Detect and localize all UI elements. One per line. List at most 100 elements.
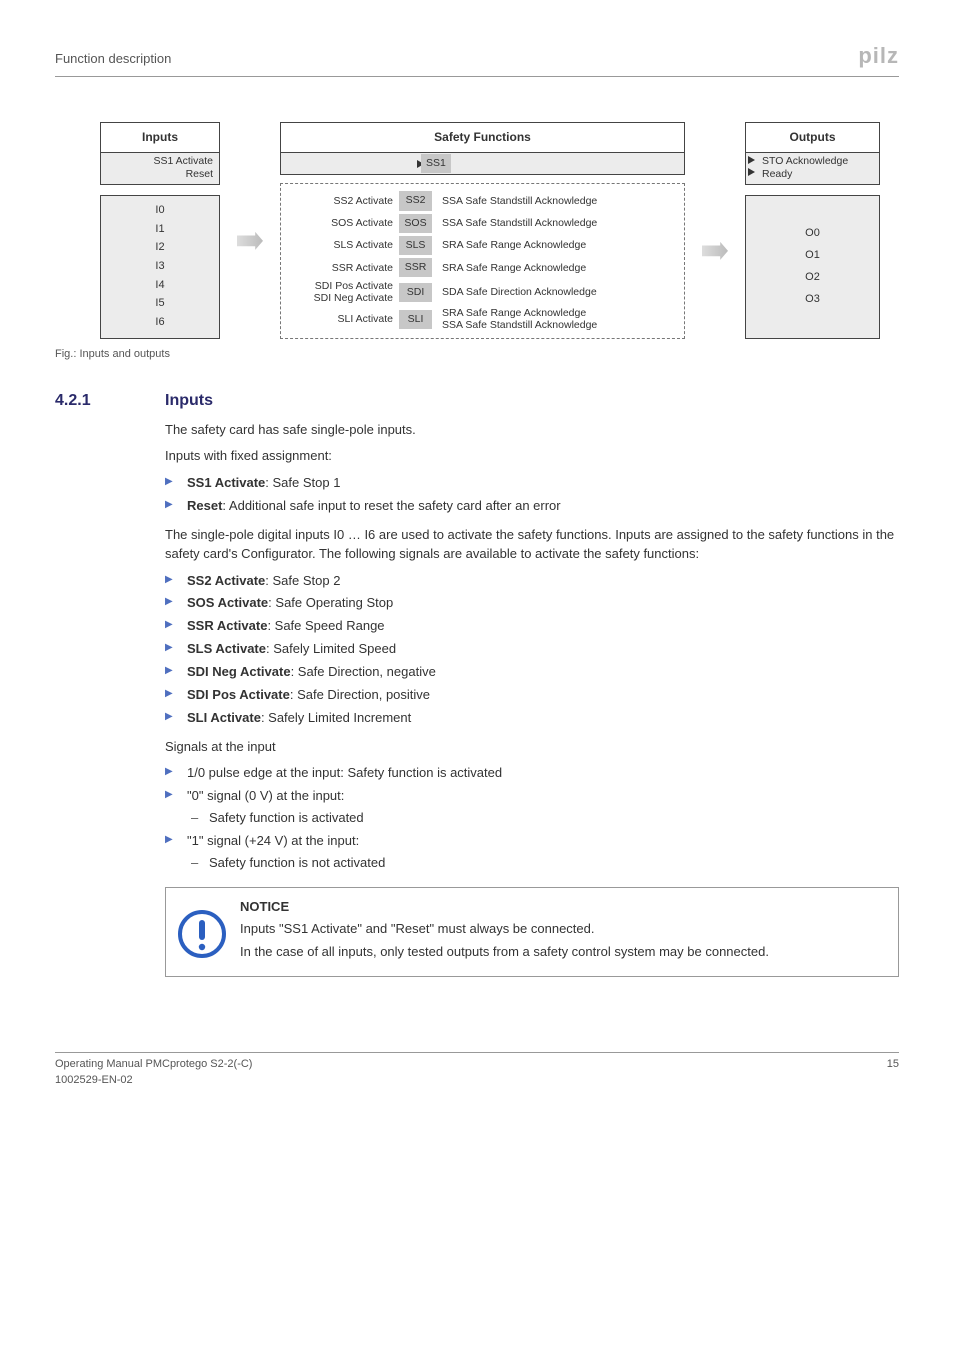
term: SDI Pos Activate xyxy=(187,687,290,702)
sf-ack-5: SRA Safe Range Acknowledge SSA Safe Stan… xyxy=(442,307,680,331)
sub-item: Safety function is not activated xyxy=(187,854,899,873)
notice-exclamation-icon xyxy=(178,910,226,958)
input-fixed-1: Reset xyxy=(107,168,213,181)
input-i5: I5 xyxy=(101,295,219,313)
page-header: Function description pilz xyxy=(55,40,899,77)
sub-list: Safety function is activated xyxy=(187,809,899,828)
safety-functions-box: SS2 Activate SS2 SSA Safe Standstill Ack… xyxy=(280,183,685,339)
sf-row-5: SLI Activate SLI SRA Safe Range Acknowle… xyxy=(285,307,680,331)
notice-body: NOTICE Inputs "SS1 Activate" and "Reset"… xyxy=(240,898,886,967)
fixed-assignment-list: SS1 Activate: Safe Stop 1 Reset: Additio… xyxy=(165,474,899,516)
sf-left-0: SS2 Activate xyxy=(285,195,399,207)
header-title: Function description xyxy=(55,50,171,69)
sf-tag-1: SOS xyxy=(399,214,432,233)
sub-list: Safety function is not activated xyxy=(187,854,899,873)
output-o1: O1 xyxy=(746,248,879,264)
list-item: "1" signal (+24 V) at the input: Safety … xyxy=(165,832,899,873)
sf-row-0: SS2 Activate SS2 SSA Safe Standstill Ack… xyxy=(285,191,680,210)
term: SOS Activate xyxy=(187,595,268,610)
inputs-column: Inputs SS1 Activate Reset I0 I1 I2 I3 I4… xyxy=(100,122,220,340)
term: SDI Neg Activate xyxy=(187,664,291,679)
gradient-arrow-icon xyxy=(702,242,728,260)
term: SLI Activate xyxy=(187,710,261,725)
gradient-arrow-icon xyxy=(237,232,263,250)
input-i4: I4 xyxy=(101,277,219,295)
connector-left xyxy=(240,122,260,340)
term: SS2 Activate xyxy=(187,573,265,588)
list-item: 1/0 pulse edge at the input: Safety func… xyxy=(165,764,899,783)
term: SLS Activate xyxy=(187,641,266,656)
desc: : Safely Limited Speed xyxy=(266,641,396,656)
footer-line-1: Operating Manual PMCprotego S2-2(-C) xyxy=(55,1057,252,1073)
ss1-tag: SS1 xyxy=(421,154,451,173)
list-item: SOS Activate: Safe Operating Stop xyxy=(165,594,899,613)
signal-text: 1/0 pulse edge at the input: Safety func… xyxy=(187,765,502,780)
sf-tag-2: SLS xyxy=(399,236,432,255)
body-content: The safety card has safe single-pole inp… xyxy=(165,421,899,978)
page-footer: Operating Manual PMCprotego S2-2(-C) 100… xyxy=(55,1052,899,1089)
sf-ack-1: SSA Safe Standstill Acknowledge xyxy=(442,217,680,229)
arrow-right-icon xyxy=(748,156,755,164)
sf-row-3: SSR Activate SSR SRA Safe Range Acknowle… xyxy=(285,258,680,277)
sf-left-3: SSR Activate xyxy=(285,262,399,274)
desc: : Additional safe input to reset the saf… xyxy=(222,498,560,513)
outputs-list-box: O0 O1 O2 O3 xyxy=(745,195,880,340)
para-4: Signals at the input xyxy=(165,738,899,757)
footer-left: Operating Manual PMCprotego S2-2(-C) 100… xyxy=(55,1057,252,1089)
list-item: SSR Activate: Safe Speed Range xyxy=(165,617,899,636)
sf-left-2: SLS Activate xyxy=(285,239,399,251)
desc: : Safe Stop 2 xyxy=(265,573,340,588)
list-item: SLS Activate: Safely Limited Speed xyxy=(165,640,899,659)
term: SS1 Activate xyxy=(187,475,265,490)
inputs-list-box: I0 I1 I2 I3 I4 I5 I6 xyxy=(100,195,220,340)
term: Reset xyxy=(187,498,222,513)
activate-list: SS2 Activate: Safe Stop 2 SOS Activate: … xyxy=(165,572,899,728)
inputs-fixed-box: SS1 Activate Reset xyxy=(100,153,220,184)
sf-ack-4: SDA Safe Direction Acknowledge xyxy=(442,286,680,298)
sf-left-5: SLI Activate xyxy=(285,313,399,325)
safety-header: Safety Functions xyxy=(280,122,685,153)
sf-ack-3: SRA Safe Range Acknowledge xyxy=(442,262,680,274)
desc: : Safe Operating Stop xyxy=(268,595,393,610)
outputs-fixed-box: STO Acknowledge Ready xyxy=(745,153,880,184)
para-3: The single-pole digital inputs I0 … I6 a… xyxy=(165,526,899,564)
para-2: Inputs with fixed assignment: xyxy=(165,447,899,466)
sf-ack-0: SSA Safe Standstill Acknowledge xyxy=(442,195,680,207)
sf-row-1: SOS Activate SOS SSA Safe Standstill Ack… xyxy=(285,214,680,233)
footer-line-2: 1002529-EN-02 xyxy=(55,1073,252,1089)
signal-text: "0" signal (0 V) at the input: xyxy=(187,788,344,803)
output-o3: O3 xyxy=(746,292,879,308)
desc: : Safe Stop 1 xyxy=(265,475,340,490)
sf-tag-0: SS2 xyxy=(399,191,432,210)
output-fixed-0: STO Acknowledge xyxy=(752,155,873,168)
outputs-header: Outputs xyxy=(745,122,880,153)
connector-right xyxy=(705,122,725,340)
ss1-row: SS1 xyxy=(280,153,685,175)
list-item: SLI Activate: Safely Limited Increment xyxy=(165,709,899,728)
output-o0: O0 xyxy=(746,226,879,242)
section-heading: 4.2.1 Inputs xyxy=(55,389,899,412)
section-title: Inputs xyxy=(165,389,213,412)
desc: : Safe Speed Range xyxy=(267,618,384,633)
sf-ack-2: SRA Safe Range Acknowledge xyxy=(442,239,680,251)
list-item: SDI Pos Activate: Safe Direction, positi… xyxy=(165,686,899,705)
output-fixed-1: Ready xyxy=(752,168,873,181)
figure-caption: Fig.: Inputs and outputs xyxy=(55,347,899,363)
list-item: SS2 Activate: Safe Stop 2 xyxy=(165,572,899,591)
signal-text: "1" signal (+24 V) at the input: xyxy=(187,833,359,848)
page-number: 15 xyxy=(887,1057,899,1089)
input-i3: I3 xyxy=(101,258,219,276)
input-i6: I6 xyxy=(101,314,219,332)
desc: : Safely Limited Increment xyxy=(261,710,411,725)
logo-text: pilz xyxy=(858,40,899,72)
input-fixed-0: SS1 Activate xyxy=(107,155,213,168)
input-i0: I0 xyxy=(101,202,219,220)
term: SSR Activate xyxy=(187,618,267,633)
safety-column: Safety Functions SS1 SS2 Activate SS2 SS… xyxy=(280,122,685,340)
sf-tag-5: SLI xyxy=(399,310,432,329)
notice-box: NOTICE Inputs "SS1 Activate" and "Reset"… xyxy=(165,887,899,978)
sub-item: Safety function is activated xyxy=(187,809,899,828)
list-item: "0" signal (0 V) at the input: Safety fu… xyxy=(165,787,899,828)
sf-left-1: SOS Activate xyxy=(285,217,399,229)
desc: : Safe Direction, negative xyxy=(291,664,436,679)
